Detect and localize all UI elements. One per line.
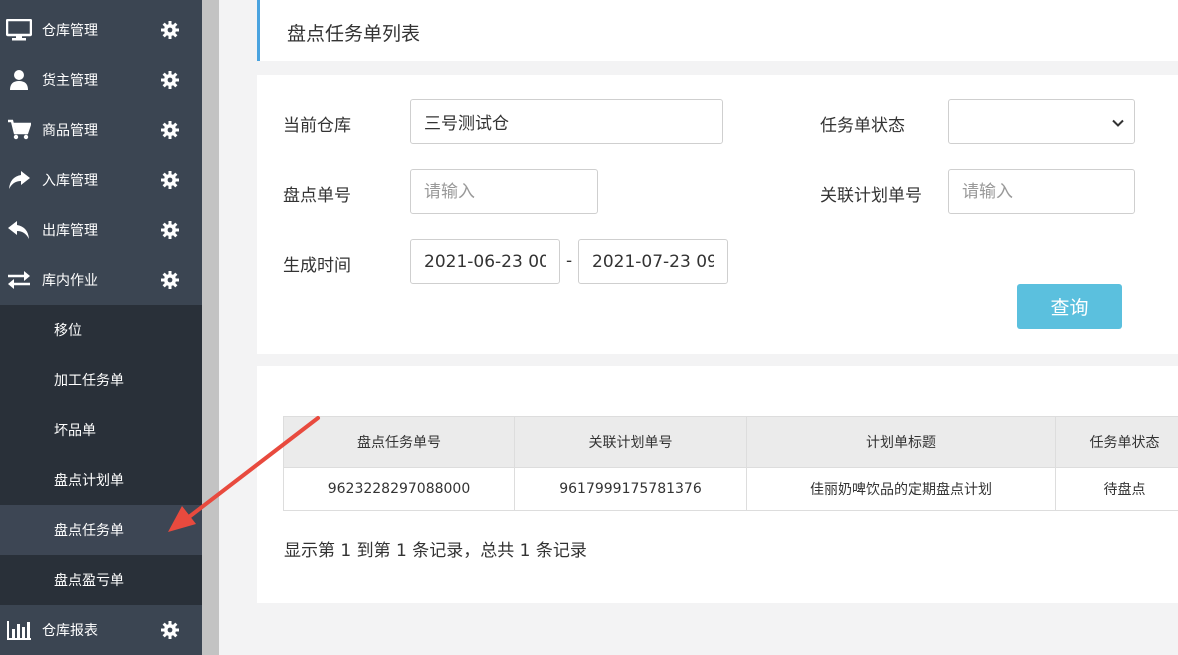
pagination-info: 显示第 1 到第 1 条记录，总共 1 条记录 xyxy=(284,541,587,561)
sidebar-item-goods[interactable]: 商品管理 xyxy=(0,105,202,155)
sidebar-subitem-label: 移位 xyxy=(54,323,82,339)
bar-chart-icon xyxy=(6,619,32,641)
sidebar-item-label: 库内作业 xyxy=(42,273,98,289)
sidebar-item-warehouse-report[interactable]: 仓库报表 xyxy=(0,605,202,655)
sidebar-scrollbar[interactable] xyxy=(202,0,219,655)
search-panel: 当前仓库 任务单状态 盘点单号 关联计划单号 生成时间 - 查询 xyxy=(257,75,1178,354)
table-header-row: 盘点任务单号 关联计划单号 计划单标题 任务单状态 xyxy=(283,416,1178,468)
sidebar-subitem-move[interactable]: 移位 xyxy=(0,305,202,355)
column-header-task-status[interactable]: 任务单状态 xyxy=(1055,416,1178,468)
sidebar: 仓库管理 货主管理 商品管理 入库管理 出库管理 库内作业 移位 加工任务单 坏… xyxy=(0,0,202,655)
column-header-plan-title[interactable]: 计划单标题 xyxy=(746,416,1056,468)
date-range-separator: - xyxy=(566,251,573,271)
gear-icon[interactable] xyxy=(161,121,179,139)
results-table-container: 盘点任务单号 关联计划单号 计划单标题 任务单状态 96232282970880… xyxy=(283,416,1178,513)
cart-icon xyxy=(6,119,32,141)
plan-no-label: 关联计划单号 xyxy=(820,186,922,206)
reply-arrow-icon xyxy=(6,219,32,241)
monitor-icon xyxy=(6,19,32,41)
end-date-input[interactable] xyxy=(578,239,728,284)
cell-count-task-no: 9623228297088000 xyxy=(283,467,515,511)
page-header: 盘点任务单列表 xyxy=(257,0,1178,61)
sidebar-submenu: 移位 加工任务单 坏品单 盘点计划单 盘点任务单 盘点盈亏单 xyxy=(0,305,202,605)
sidebar-item-label: 货主管理 xyxy=(42,73,98,89)
sidebar-subitem-damaged-goods[interactable]: 坏品单 xyxy=(0,405,202,455)
sidebar-subitem-label: 加工任务单 xyxy=(54,373,124,389)
sidebar-item-label: 商品管理 xyxy=(42,123,98,139)
exchange-icon xyxy=(6,269,32,291)
results-panel: 盘点任务单号 关联计划单号 计划单标题 任务单状态 96232282970880… xyxy=(257,366,1178,603)
sidebar-subitem-label: 盘点任务单 xyxy=(54,523,124,539)
content-gutter xyxy=(219,0,241,655)
page-title: 盘点任务单列表 xyxy=(287,23,421,45)
gear-icon[interactable] xyxy=(161,71,179,89)
task-status-select[interactable] xyxy=(948,99,1135,144)
warehouse-input[interactable] xyxy=(410,99,723,144)
sidebar-item-label: 仓库管理 xyxy=(42,23,98,39)
gear-icon[interactable] xyxy=(161,221,179,239)
sidebar-item-in-warehouse-ops[interactable]: 库内作业 xyxy=(0,255,202,305)
sidebar-subitem-count-plan[interactable]: 盘点计划单 xyxy=(0,455,202,505)
table-row[interactable]: 9623228297088000 9617999175781376 佳丽奶啤饮品… xyxy=(283,467,1178,511)
task-status-label: 任务单状态 xyxy=(820,116,905,136)
sidebar-subitem-label: 盘点计划单 xyxy=(54,473,124,489)
cell-plan-title: 佳丽奶啤饮品的定期盘点计划 xyxy=(746,467,1056,511)
sidebar-subitem-processing-task[interactable]: 加工任务单 xyxy=(0,355,202,405)
gear-icon[interactable] xyxy=(161,21,179,39)
column-header-plan-no[interactable]: 关联计划单号 xyxy=(514,416,747,468)
count-no-input[interactable] xyxy=(410,169,598,214)
sidebar-item-outbound[interactable]: 出库管理 xyxy=(0,205,202,255)
created-time-label: 生成时间 xyxy=(283,256,351,276)
sidebar-subitem-label: 盘点盈亏单 xyxy=(54,573,124,589)
sidebar-subitem-count-task[interactable]: 盘点任务单 xyxy=(0,505,202,555)
sidebar-item-label: 入库管理 xyxy=(42,173,98,189)
chevron-down-icon xyxy=(1111,115,1125,129)
cell-plan-no: 9617999175781376 xyxy=(514,467,747,511)
sidebar-subitem-count-profit-loss[interactable]: 盘点盈亏单 xyxy=(0,555,202,605)
sidebar-item-inbound[interactable]: 入库管理 xyxy=(0,155,202,205)
results-table: 盘点任务单号 关联计划单号 计划单标题 任务单状态 96232282970880… xyxy=(283,416,1178,511)
gear-icon[interactable] xyxy=(161,171,179,189)
warehouse-label: 当前仓库 xyxy=(283,116,351,136)
sidebar-subitem-label: 坏品单 xyxy=(54,423,96,439)
sidebar-item-warehouse[interactable]: 仓库管理 xyxy=(0,5,202,55)
column-header-count-task-no[interactable]: 盘点任务单号 xyxy=(283,416,515,468)
query-button[interactable]: 查询 xyxy=(1017,284,1122,329)
plan-no-input[interactable] xyxy=(948,169,1135,214)
share-arrow-icon xyxy=(6,169,32,191)
gear-icon[interactable] xyxy=(161,271,179,289)
cell-task-status: 待盘点 xyxy=(1055,467,1178,511)
start-date-input[interactable] xyxy=(410,239,560,284)
gear-icon[interactable] xyxy=(161,621,179,639)
count-no-label: 盘点单号 xyxy=(283,186,351,206)
user-icon xyxy=(6,69,32,91)
sidebar-item-label: 出库管理 xyxy=(42,223,98,239)
sidebar-item-owner[interactable]: 货主管理 xyxy=(0,55,202,105)
sidebar-item-label: 仓库报表 xyxy=(42,623,98,639)
